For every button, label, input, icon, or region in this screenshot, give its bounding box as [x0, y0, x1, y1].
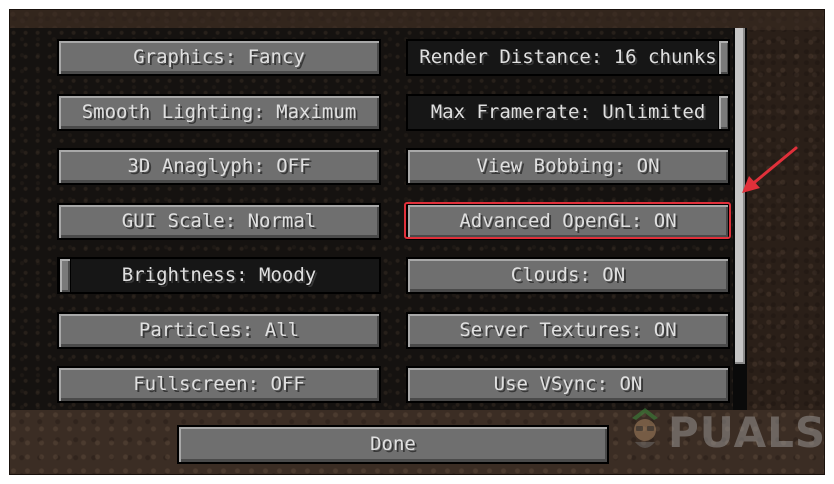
- brightness-slider-handle[interactable]: [59, 259, 71, 292]
- gui-scale-button[interactable]: GUI Scale: Normal: [57, 203, 381, 240]
- brightness-slider[interactable]: Brightness: Moody: [57, 257, 381, 294]
- render-distance-slider-handle[interactable]: [718, 41, 728, 74]
- graphics-label: Graphics: Fancy: [133, 46, 305, 68]
- use-vsync-label: Use VSync: ON: [493, 373, 643, 395]
- view-bobbing-label: View Bobbing: ON: [476, 155, 660, 177]
- brightness-label: Brightness: Moody: [121, 264, 317, 286]
- appuals-mascot-icon: [632, 408, 658, 448]
- clouds-button[interactable]: Clouds: ON: [406, 257, 730, 294]
- smooth-lighting-label: Smooth Lighting: Maximum: [81, 101, 357, 123]
- view-bobbing-button[interactable]: View Bobbing: ON: [406, 148, 730, 185]
- server-textures-label: Server Textures: ON: [459, 319, 677, 341]
- highlight-box: [404, 202, 731, 239]
- top-strip: [10, 10, 824, 30]
- server-textures-button[interactable]: Server Textures: ON: [406, 312, 730, 349]
- use-vsync-button[interactable]: Use VSync: ON: [406, 366, 730, 403]
- max-framerate-slider[interactable]: Max Framerate: Unlimited: [406, 94, 730, 131]
- fullscreen-button[interactable]: Fullscreen: OFF: [57, 366, 381, 403]
- graphics-button[interactable]: Graphics: Fancy: [57, 39, 381, 76]
- max-framerate-label: Max Framerate: Unlimited: [430, 101, 706, 123]
- particles-button[interactable]: Particles: All: [57, 312, 381, 349]
- clouds-label: Clouds: ON: [510, 264, 626, 286]
- smooth-lighting-button[interactable]: Smooth Lighting: Maximum: [57, 94, 381, 131]
- 3d-anaglyph-button[interactable]: 3D Anaglyph: OFF: [57, 148, 381, 185]
- done-button[interactable]: Done: [177, 425, 609, 464]
- red-arrow-icon: [742, 146, 798, 193]
- gui-scale-label: GUI Scale: Normal: [121, 210, 317, 232]
- 3d-anaglyph-label: 3D Anaglyph: OFF: [127, 155, 311, 177]
- render-distance-label: Render Distance: 16 chunks: [419, 46, 717, 68]
- render-distance-slider[interactable]: Render Distance: 16 chunks: [406, 39, 730, 76]
- particles-label: Particles: All: [138, 319, 300, 341]
- watermark-text: PUALS: [668, 408, 827, 457]
- max-framerate-slider-handle[interactable]: [718, 96, 728, 129]
- fullscreen-label: Fullscreen: OFF: [133, 373, 305, 395]
- done-label: Done: [370, 433, 416, 455]
